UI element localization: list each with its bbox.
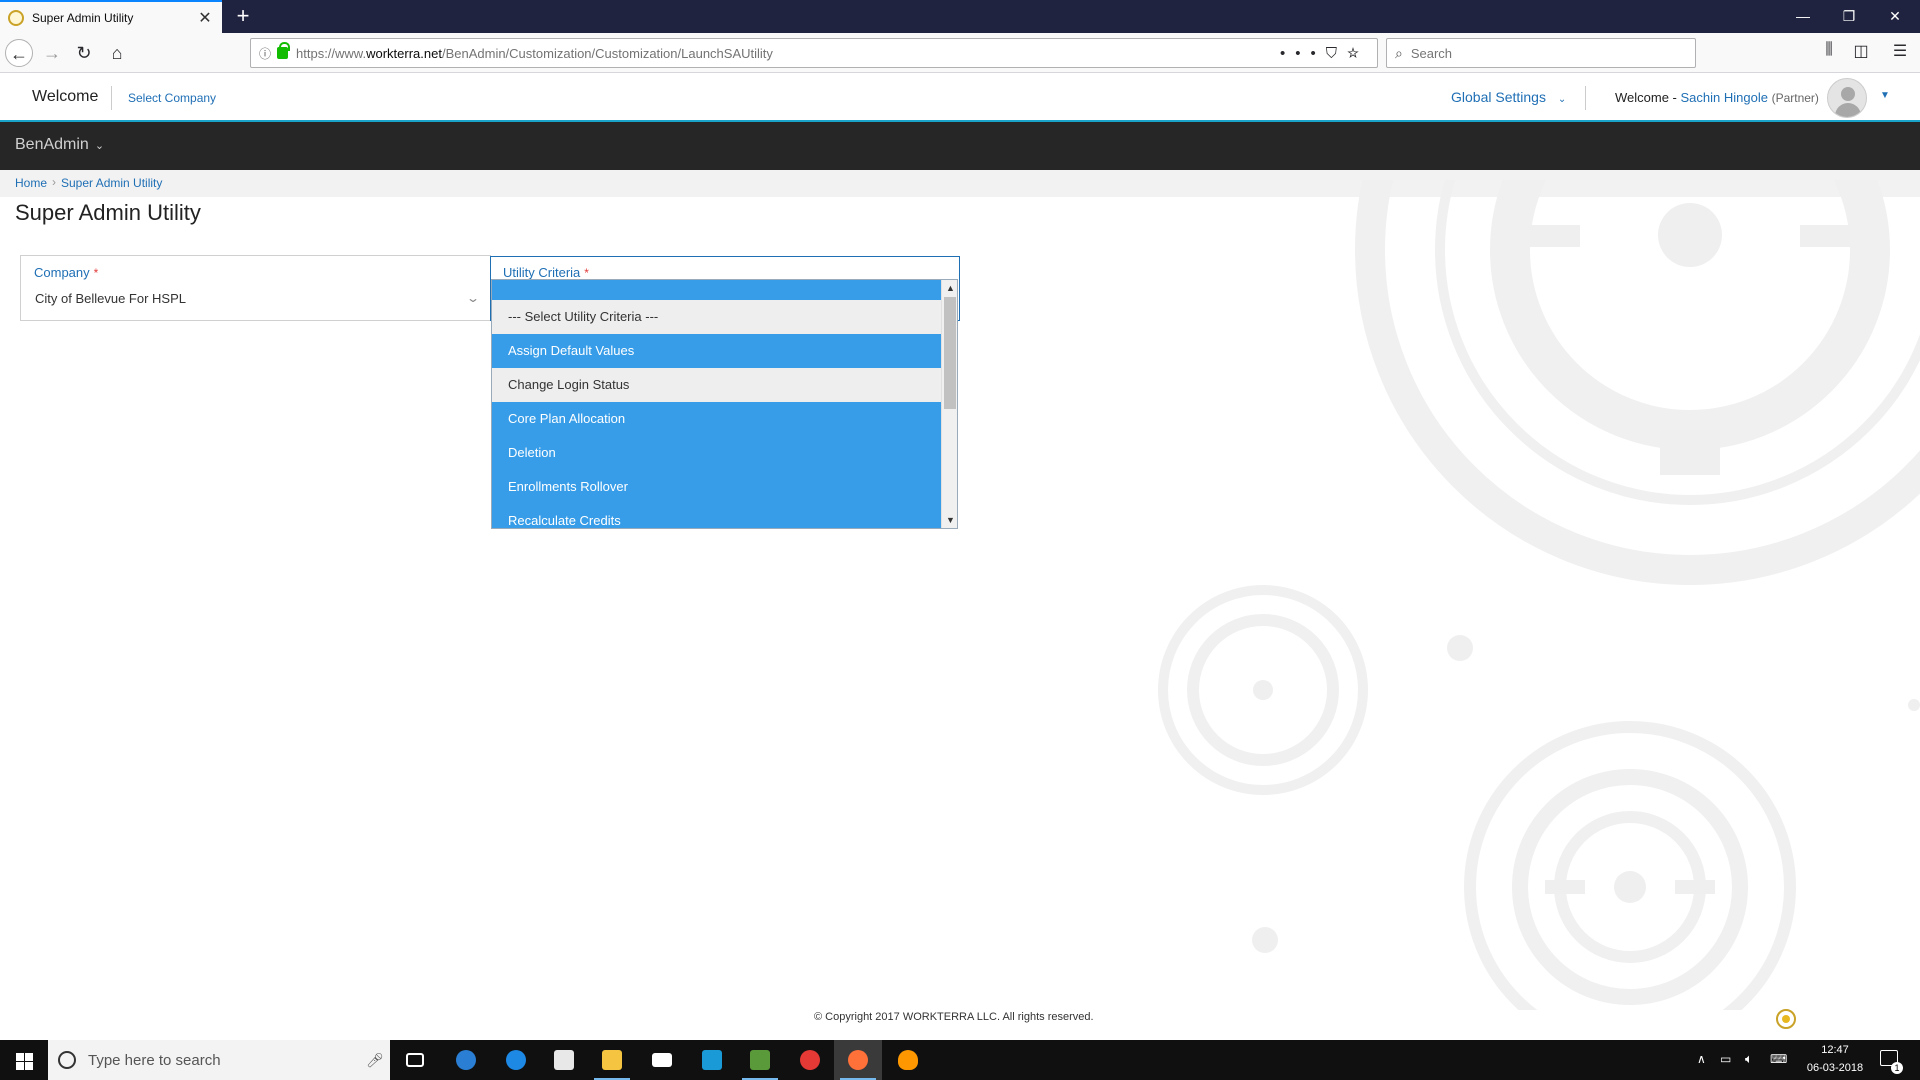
windows-start-icon[interactable]: [0, 1040, 48, 1080]
module-label: BenAdmin: [15, 136, 89, 153]
browser-tab-title: Super Admin Utility: [32, 10, 134, 25]
z-app-icon[interactable]: [688, 1040, 736, 1080]
taskbar-search-placeholder: Type here to search: [88, 1051, 221, 1069]
file-explorer-icon[interactable]: [588, 1040, 636, 1080]
flame-app-icon[interactable]: [884, 1040, 932, 1080]
scroll-up-icon[interactable]: ▲: [942, 280, 957, 296]
utility-criteria-label: Utility Criteria *: [503, 265, 589, 280]
clock-time[interactable]: 12:47: [1813, 1044, 1857, 1056]
header-divider: [111, 86, 112, 110]
browser-tab-active[interactable]: Super Admin Utility ✕: [0, 0, 222, 33]
site-info-icon[interactable]: ⓘ: [259, 45, 271, 62]
reload-icon[interactable]: ↻: [70, 39, 98, 67]
home-icon[interactable]: ⌂: [103, 39, 131, 67]
dropdown-option-placeholder[interactable]: --- Select Utility Criteria ---: [492, 300, 941, 334]
utility-criteria-dropdown-list[interactable]: --- Select Utility Criteria --- Assign D…: [491, 279, 958, 529]
taskbar-search-box[interactable]: Type here to search 🎤︎: [48, 1040, 390, 1080]
forward-icon[interactable]: →: [38, 39, 66, 67]
firefox-icon[interactable]: [834, 1040, 882, 1080]
sidebar-icon[interactable]: ◫: [1849, 41, 1873, 61]
header-divider: [1585, 86, 1586, 110]
option-list: --- Select Utility Criteria --- Assign D…: [492, 280, 941, 528]
global-settings-label: Global Settings: [1451, 89, 1546, 105]
cortana-icon: [58, 1051, 76, 1069]
keyboard-icon[interactable]: ⌨: [1770, 1052, 1787, 1066]
network-icon[interactable]: ▭: [1720, 1052, 1731, 1066]
global-settings-menu[interactable]: Global Settings ⌄: [1451, 89, 1566, 105]
new-tab-button[interactable]: +: [230, 3, 256, 29]
bookmark-star-icon[interactable]: ☆: [1347, 45, 1369, 62]
avatar-icon[interactable]: [1827, 78, 1867, 118]
module-bar: BenAdmin ⌄: [0, 122, 1920, 170]
background-decoration: [1158, 180, 1920, 1010]
restore-button[interactable]: ❐: [1826, 0, 1872, 33]
browser-tab-strip: Super Admin Utility ✕ + — ❐ ✕: [0, 0, 1920, 33]
dropdown-option-change-login-status[interactable]: Change Login Status: [492, 368, 941, 402]
required-mark: *: [93, 266, 99, 280]
dropdown-option-deletion[interactable]: Deletion: [492, 436, 941, 470]
url-text[interactable]: https://www.workterra.net/BenAdmin/Custo…: [296, 46, 1280, 61]
chrome-icon[interactable]: [786, 1040, 834, 1080]
company-label: Company *: [34, 265, 99, 280]
breadcrumb-separator-icon: ›: [52, 175, 56, 189]
select-company-link[interactable]: Select Company: [128, 91, 216, 105]
safari-icon[interactable]: [442, 1040, 490, 1080]
user-role: (Partner): [1771, 91, 1819, 105]
scroll-down-icon[interactable]: ▼: [942, 512, 957, 528]
edge-icon[interactable]: [492, 1040, 540, 1080]
company-selected-value: City of Bellevue For HSPL: [35, 291, 187, 306]
dropdown-option-recalculate-credits[interactable]: Recalculate Credits: [492, 504, 941, 528]
mail-icon[interactable]: [638, 1040, 686, 1080]
copyright-text: © Copyright 2017 WORKTERRA LLC. All righ…: [814, 1011, 1094, 1023]
welcome-label: Welcome: [32, 88, 99, 105]
minimize-button[interactable]: —: [1780, 0, 1826, 33]
page-actions-menu-icon[interactable]: •••: [1280, 45, 1326, 62]
app-header: Welcome Select Company Global Settings ⌄…: [0, 74, 1920, 122]
store-icon[interactable]: [540, 1040, 588, 1080]
pocket-icon[interactable]: ⛉: [1326, 45, 1347, 62]
required-mark: *: [584, 266, 589, 280]
archive-app-icon[interactable]: [736, 1040, 784, 1080]
help-badge-icon[interactable]: [1776, 1009, 1796, 1029]
back-icon[interactable]: ←: [5, 39, 33, 67]
windows-taskbar: Type here to search 🎤︎ ∧ ▭ 🔈︎ ⌨ 12:47 06…: [0, 1040, 1920, 1080]
page-actions[interactable]: •••⛉☆: [1280, 45, 1369, 62]
user-name-link[interactable]: Sachin Hingole: [1681, 90, 1768, 105]
dropdown-option-assign-default-values[interactable]: Assign Default Values: [492, 334, 941, 368]
user-greeting: Welcome - Sachin Hingole (Partner): [1615, 90, 1819, 105]
tab-close-icon[interactable]: ✕: [196, 8, 214, 28]
dropdown-option-enrollments-rollover[interactable]: Enrollments Rollover: [492, 470, 941, 504]
caret-down-icon[interactable]: ▼: [1880, 90, 1890, 101]
browser-navigation-bar: ← → ↻ ⌂ ⓘ https://www.workterra.net/BenA…: [0, 33, 1920, 73]
chevron-down-icon: ⌄: [465, 291, 481, 305]
breadcrumb-current-link[interactable]: Super Admin Utility: [61, 176, 162, 190]
tray-chevron-up-icon[interactable]: ∧: [1697, 1052, 1706, 1066]
close-window-button[interactable]: ✕: [1872, 0, 1918, 33]
browser-search-input[interactable]: [1410, 45, 1671, 61]
chevron-down-icon: ⌄: [94, 140, 105, 152]
benadmin-menu[interactable]: BenAdmin ⌄: [15, 136, 104, 154]
dropdown-option-core-plan-allocation[interactable]: Core Plan Allocation: [492, 402, 941, 436]
scrollbar-thumb[interactable]: [944, 297, 956, 409]
menu-icon[interactable]: ☰: [1888, 41, 1912, 61]
notification-count-badge: 1: [1891, 1062, 1903, 1074]
dropdown-option-blank[interactable]: [492, 280, 941, 300]
chevron-down-icon: ⌄: [1557, 94, 1567, 105]
clock-date[interactable]: 06-03-2018: [1800, 1062, 1870, 1074]
dropdown-scrollbar[interactable]: ▲ ▼: [941, 280, 957, 528]
breadcrumb-home-link[interactable]: Home: [15, 176, 47, 190]
page-title: Super Admin Utility: [15, 200, 201, 225]
welcome-prefix: Welcome -: [1615, 90, 1681, 105]
site-favicon-icon: [8, 9, 24, 26]
search-icon: ⌕: [1395, 44, 1403, 61]
task-view-icon[interactable]: [392, 1040, 440, 1080]
microphone-icon[interactable]: 🎤︎: [360, 1052, 390, 1069]
address-bar[interactable]: ⓘ https://www.workterra.net/BenAdmin/Cus…: [250, 38, 1378, 68]
browser-search-box[interactable]: ⌕: [1386, 38, 1696, 68]
lock-icon: [277, 42, 291, 59]
volume-icon[interactable]: 🔈︎: [1745, 1051, 1753, 1067]
company-select[interactable]: Company * City of Bellevue For HSPL ⌄: [20, 255, 491, 321]
library-icon[interactable]: ⫼: [1817, 41, 1841, 59]
